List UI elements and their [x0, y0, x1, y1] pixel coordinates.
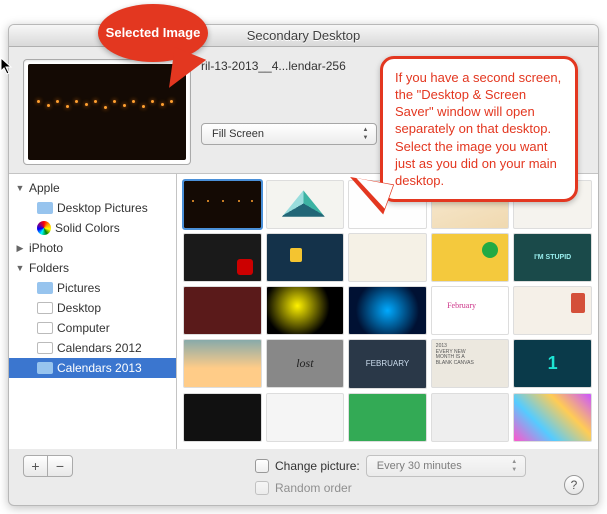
- sidebar-group-folders[interactable]: ▼Folders: [9, 258, 176, 278]
- stepper-icon: ▲▼: [507, 458, 522, 474]
- thumb[interactable]: [266, 393, 345, 442]
- thumb[interactable]: I'M STUPID: [513, 233, 592, 282]
- folder-icon: [37, 322, 53, 334]
- change-picture-checkbox[interactable]: [255, 459, 269, 473]
- folder-icon: [37, 302, 53, 314]
- thumb[interactable]: 2013EVERY NEWMONTH IS ABLANK CANVAS: [431, 339, 510, 388]
- random-order-checkbox[interactable]: [255, 481, 269, 495]
- sidebar-item-calendars-2013[interactable]: Calendars 2013: [9, 358, 176, 378]
- thumb[interactable]: [183, 393, 262, 442]
- thumb[interactable]: [431, 233, 510, 282]
- thumb[interactable]: [266, 180, 345, 229]
- thumb[interactable]: [431, 180, 510, 229]
- thumb[interactable]: [431, 393, 510, 442]
- disclosure-down-icon: ▼: [15, 263, 25, 273]
- sidebar-item-pictures[interactable]: Pictures: [9, 278, 176, 298]
- wallpaper-gallery[interactable]: I'M STUPID February lost FEBRUARY 2013EV…: [177, 174, 598, 449]
- thumb-selected[interactable]: [183, 180, 262, 229]
- thumb[interactable]: [348, 233, 427, 282]
- thumb[interactable]: [183, 233, 262, 282]
- thumb[interactable]: 1: [513, 339, 592, 388]
- thumb[interactable]: February: [431, 286, 510, 335]
- help-button[interactable]: ?: [564, 475, 584, 495]
- random-order-label: Random order: [275, 481, 352, 495]
- sidebar-item-computer[interactable]: Computer: [9, 318, 176, 338]
- folder-icon: [37, 202, 53, 214]
- thumb[interactable]: [183, 286, 262, 335]
- thumb[interactable]: FEBRUARY: [348, 339, 427, 388]
- sidebar-item-calendars-2012[interactable]: Calendars 2012: [9, 338, 176, 358]
- thumb[interactable]: [266, 233, 345, 282]
- folder-icon: [37, 342, 53, 354]
- fit-mode-label: Fill Screen: [212, 128, 264, 140]
- stepper-icon: ▲▼: [358, 126, 373, 142]
- sidebar-group-iphoto[interactable]: ▶iPhoto: [9, 238, 176, 258]
- folder-icon: [37, 362, 53, 374]
- colorwheel-icon: [37, 221, 51, 235]
- add-folder-button[interactable]: +: [24, 456, 48, 476]
- prefs-window: Secondary Desktop ril-13-2013__4...lenda…: [8, 24, 599, 506]
- thumb[interactable]: [348, 180, 427, 229]
- window-title: Secondary Desktop: [9, 25, 598, 47]
- sidebar-item-solid-colors[interactable]: Solid Colors: [9, 218, 176, 238]
- fit-mode-select[interactable]: Fill Screen ▲▼: [201, 123, 377, 145]
- sidebar-item-desktop-pictures[interactable]: Desktop Pictures: [9, 198, 176, 218]
- source-sidebar[interactable]: ▼Apple Desktop Pictures Solid Colors ▶iP…: [9, 174, 177, 449]
- thumb[interactable]: [266, 286, 345, 335]
- current-wallpaper-preview: [23, 59, 191, 165]
- add-remove-buttons: + −: [23, 455, 73, 477]
- disclosure-down-icon: ▼: [15, 183, 25, 193]
- thumb[interactable]: [513, 180, 592, 229]
- folder-icon: [37, 282, 53, 294]
- interval-select[interactable]: Every 30 minutes ▲▼: [366, 455, 526, 477]
- thumb[interactable]: [183, 339, 262, 388]
- change-picture-label: Change picture:: [275, 459, 360, 473]
- thumb[interactable]: [348, 286, 427, 335]
- remove-folder-button[interactable]: −: [48, 456, 72, 476]
- thumb[interactable]: lost: [266, 339, 345, 388]
- thumb[interactable]: [513, 286, 592, 335]
- interval-label: Every 30 minutes: [377, 460, 462, 472]
- sidebar-group-apple[interactable]: ▼Apple: [9, 178, 176, 198]
- thumb[interactable]: [513, 393, 592, 442]
- sidebar-item-desktop[interactable]: Desktop: [9, 298, 176, 318]
- disclosure-right-icon: ▶: [15, 243, 25, 254]
- thumb[interactable]: [348, 393, 427, 442]
- current-filename: ril-13-2013__4...lendar-256: [201, 59, 584, 73]
